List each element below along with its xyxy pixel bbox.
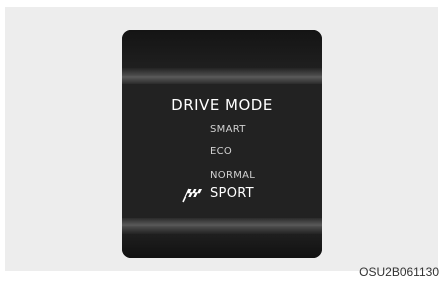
figure-caption-code: OSU2B061130	[359, 265, 439, 279]
instrument-cluster-display: DRIVE MODE SMART ECO NORMAL SPORT	[122, 30, 322, 258]
mode-option-normal[interactable]: NORMAL	[210, 170, 255, 181]
display-bottom-separator	[122, 218, 322, 234]
mode-option-eco[interactable]: ECO	[210, 146, 232, 157]
display-top-band	[122, 30, 322, 68]
mode-option-sport-selected[interactable]: SPORT	[210, 186, 254, 201]
checkered-flag-icon	[182, 188, 202, 203]
display-bottom-band	[122, 234, 322, 258]
mode-option-smart[interactable]: SMART	[210, 124, 246, 135]
display-top-separator	[122, 68, 322, 84]
drive-mode-title: DRIVE MODE	[171, 96, 273, 114]
